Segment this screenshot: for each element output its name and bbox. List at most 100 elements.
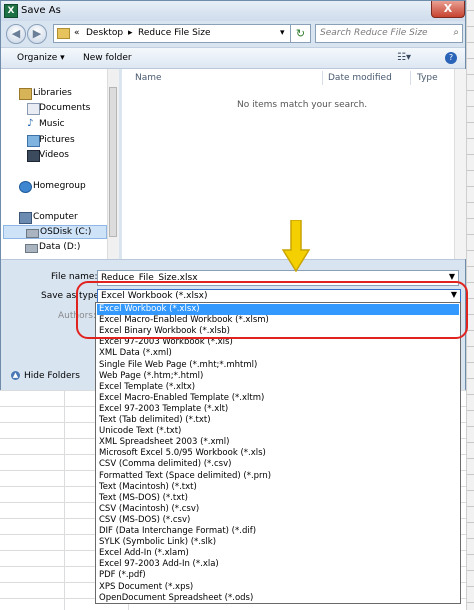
- hide-folders-button[interactable]: ▲ Hide Folders: [11, 371, 80, 381]
- grid-line: [467, 106, 474, 107]
- dropdown-option[interactable]: CSV (Macintosh) (*.csv): [97, 504, 459, 515]
- grid-line: [467, 154, 474, 155]
- sidebar-item-data-drive[interactable]: Data (D:): [1, 241, 107, 255]
- dropdown-option[interactable]: Web Page (*.htm;*.html): [97, 371, 459, 382]
- dropdown-option[interactable]: CSV (Comma delimited) (*.csv): [97, 459, 459, 470]
- breadcrumb-reduce-file-size[interactable]: Reduce File Size: [138, 28, 211, 38]
- nav-scrollbar[interactable]: [107, 69, 119, 259]
- column-name[interactable]: Name: [135, 73, 162, 83]
- dropdown-option[interactable]: Formatted Text (Space delimited) (*.prn): [97, 471, 459, 482]
- dropdown-option[interactable]: PDF (*.pdf): [97, 570, 459, 581]
- sidebar-item-label: Videos: [39, 150, 69, 160]
- homegroup-icon: [19, 181, 32, 193]
- grid-line: [467, 522, 474, 523]
- dropdown-option[interactable]: Microsoft Excel 5.0/95 Workbook (*.xls): [97, 448, 459, 459]
- sidebar-item-libraries[interactable]: Libraries: [1, 87, 107, 101]
- grid-line: [467, 170, 474, 171]
- sidebar-item-label: Homegroup: [33, 181, 86, 191]
- search-input[interactable]: Search Reduce File Size: [320, 28, 428, 38]
- sidebar-item-osdisk[interactable]: OSDisk (C:): [3, 225, 107, 239]
- nav-scrollbar-thumb[interactable]: [109, 87, 117, 237]
- sidebar-item-label: Data (D:): [39, 242, 81, 252]
- dropdown-option[interactable]: Excel Template (*.xltx): [97, 382, 459, 393]
- dropdown-option[interactable]: Excel 97-2003 Add-In (*.xla): [97, 559, 459, 570]
- sidebar-item-videos[interactable]: Videos: [1, 149, 107, 163]
- sidebar-item-homegroup[interactable]: Homegroup: [1, 180, 107, 194]
- back-button[interactable]: ◀: [6, 24, 26, 44]
- sidebar-item-music[interactable]: ♪ Music: [1, 118, 107, 132]
- sidebar-item-label: Computer: [33, 212, 78, 222]
- grid-line: [467, 394, 474, 395]
- grid-line: [467, 490, 474, 491]
- grid-line: [467, 218, 474, 219]
- music-icon: ♪: [27, 118, 34, 129]
- breadcrumb[interactable]: « Desktop ▸ Reduce File Size ▾: [53, 24, 291, 43]
- grid-line: [467, 74, 474, 75]
- sidebar-item-label: Libraries: [33, 88, 72, 98]
- sidebar-item-label: Documents: [39, 103, 91, 113]
- view-options-icon[interactable]: ☷▾: [397, 52, 411, 63]
- dropdown-option[interactable]: XML Data (*.xml): [97, 348, 459, 359]
- grid-line: [467, 10, 474, 11]
- dropdown-option[interactable]: Excel Macro-Enabled Template (*.xltm): [97, 393, 459, 404]
- sidebar-item-documents[interactable]: Documents: [1, 102, 107, 116]
- dropdown-option[interactable]: Text (Macintosh) (*.txt): [97, 482, 459, 493]
- dropdown-option[interactable]: Single File Web Page (*.mht;*.mhtml): [97, 360, 459, 371]
- dropdown-option[interactable]: CSV (MS-DOS) (*.csv): [97, 515, 459, 526]
- dropdown-option[interactable]: Unicode Text (*.txt): [97, 426, 459, 437]
- grid-line: [467, 442, 474, 443]
- breadcrumb-separator[interactable]: ▸: [128, 28, 133, 38]
- grid-line: [467, 458, 474, 459]
- file-list-scrollbar[interactable]: [454, 69, 466, 259]
- search-box[interactable]: Search Reduce File Size ⌕: [315, 24, 463, 43]
- folder-icon: [57, 28, 70, 39]
- column-date-modified[interactable]: Date modified: [328, 73, 392, 83]
- dropdown-option[interactable]: XPS Document (*.xps): [97, 582, 459, 593]
- sidebar-item-pictures[interactable]: Pictures: [1, 134, 107, 148]
- grid-line: [467, 298, 474, 299]
- forward-button[interactable]: ▶: [27, 24, 47, 44]
- drive-icon: [26, 229, 39, 238]
- grid-line: [467, 346, 474, 347]
- grid-line: [467, 410, 474, 411]
- down-arrow-annotation: [282, 220, 310, 272]
- sidebar-item-label: Music: [39, 119, 65, 129]
- dropdown-option[interactable]: OpenDocument Spreadsheet (*.ods): [97, 593, 459, 604]
- breadcrumb-overflow[interactable]: «: [74, 28, 80, 38]
- collapse-icon: ▲: [11, 371, 20, 380]
- new-folder-button[interactable]: New folder: [83, 53, 132, 63]
- dropdown-option[interactable]: Text (Tab delimited) (*.txt): [97, 415, 459, 426]
- grid-line: [467, 602, 474, 603]
- breadcrumb-desktop[interactable]: Desktop: [86, 28, 123, 38]
- breadcrumb-dropdown[interactable]: ▾: [280, 28, 285, 38]
- grid-line: [467, 554, 474, 555]
- dropdown-option[interactable]: SYLK (Symbolic Link) (*.slk): [97, 537, 459, 548]
- refresh-button[interactable]: ↻: [291, 24, 311, 43]
- dropdown-option[interactable]: DIF (Data Interchange Format) (*.dif): [97, 526, 459, 537]
- hide-folders-label: Hide Folders: [24, 371, 80, 381]
- chevron-down-icon[interactable]: ▼: [449, 272, 455, 281]
- dropdown-option[interactable]: Excel Add-In (*.xlam): [97, 548, 459, 559]
- grid-line: [467, 426, 474, 427]
- grid-line: [467, 58, 474, 59]
- help-icon[interactable]: ?: [445, 52, 457, 64]
- close-button[interactable]: X: [431, 1, 465, 18]
- grid-line: [467, 90, 474, 91]
- navigation-bar: ◀ ▶ « Desktop ▸ Reduce File Size ▾ ↻ Sea…: [1, 21, 465, 47]
- dropdown-option[interactable]: Excel 97-2003 Template (*.xlt): [97, 404, 459, 415]
- grid-line: [467, 234, 474, 235]
- column-type[interactable]: Type: [417, 73, 438, 83]
- sidebar-item-label: Pictures: [39, 135, 75, 145]
- dropdown-option[interactable]: XML Spreadsheet 2003 (*.xml): [97, 437, 459, 448]
- dropdown-option[interactable]: Text (MS-DOS) (*.txt): [97, 493, 459, 504]
- sidebar-item-computer[interactable]: Computer: [1, 211, 107, 225]
- grid-line: [467, 538, 474, 539]
- search-icon: ⌕: [453, 27, 459, 38]
- excel-app-icon: X: [4, 4, 18, 18]
- window-title: Save As: [21, 5, 61, 16]
- computer-icon: [19, 212, 32, 224]
- organize-button[interactable]: Organize ▾: [17, 53, 65, 63]
- title-bar: X Save As X: [1, 1, 465, 21]
- grid-line: [64, 390, 65, 610]
- grid-line: [467, 186, 474, 187]
